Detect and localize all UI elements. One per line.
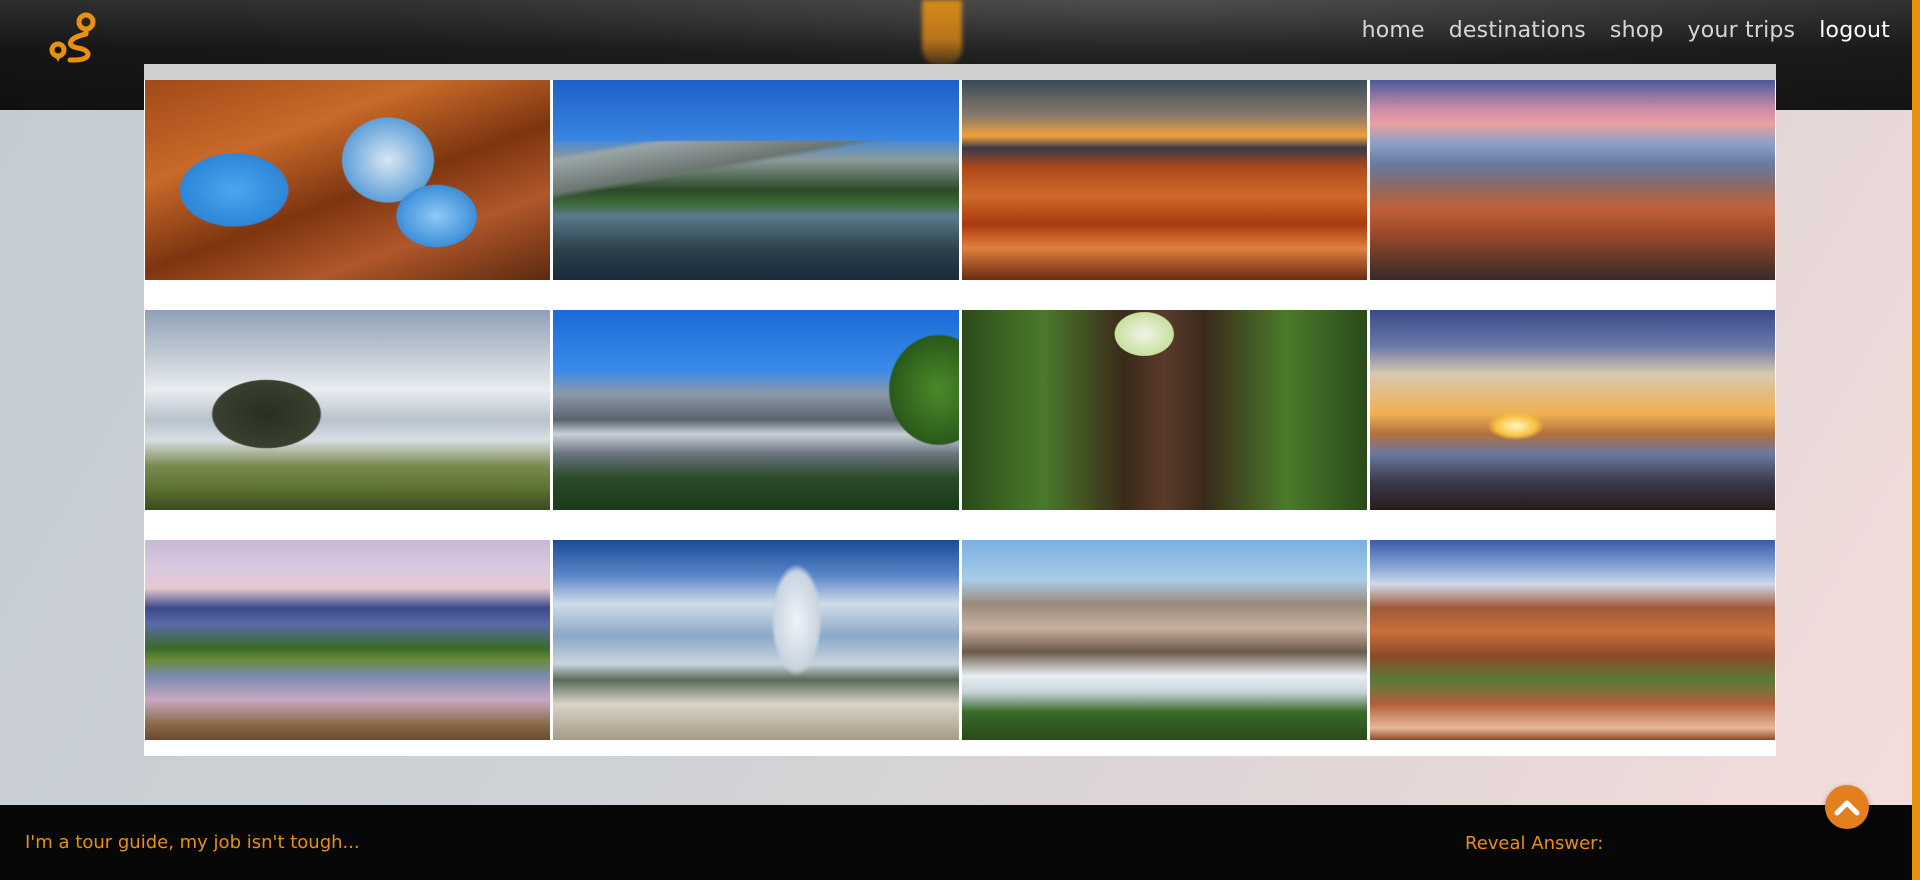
gallery-image-arch[interactable] bbox=[145, 80, 551, 280]
footer-joke: I'm a tour guide, my job isn't tough... bbox=[25, 832, 360, 853]
gallery-image-sea-stacks[interactable] bbox=[145, 310, 551, 510]
gallery-image-red-canyon[interactable] bbox=[1369, 540, 1775, 740]
gallery-image-rocky-mountains[interactable] bbox=[553, 310, 959, 510]
nav-destinations[interactable]: destinations bbox=[1437, 16, 1598, 45]
main-nav: home destinations shop your trips logout bbox=[1350, 16, 1902, 45]
nav-your-trips[interactable]: your trips bbox=[1676, 16, 1808, 45]
gallery-image-canyon-plateau[interactable] bbox=[1369, 80, 1775, 280]
gallery-image-valley-fog[interactable] bbox=[961, 540, 1367, 740]
gallery-row bbox=[145, 80, 1775, 280]
gallery-row bbox=[145, 310, 1775, 510]
scroll-to-top-button[interactable] bbox=[1825, 785, 1869, 829]
gallery-image-hoodoo-canyon[interactable] bbox=[961, 80, 1367, 280]
gallery-image-mountain-lake[interactable] bbox=[553, 80, 959, 280]
reveal-answer-label[interactable]: Reveal Answer: bbox=[1465, 833, 1603, 854]
nav-home[interactable]: home bbox=[1350, 16, 1437, 45]
gallery-image-geyser[interactable] bbox=[553, 540, 959, 740]
nav-shop[interactable]: shop bbox=[1598, 16, 1676, 45]
destination-gallery bbox=[144, 64, 1776, 756]
road-stripe-decoration bbox=[922, 0, 962, 66]
route-pin-icon[interactable] bbox=[48, 12, 104, 68]
gallery-row bbox=[145, 540, 1775, 740]
site-footer: I'm a tour guide, my job isn't tough... … bbox=[0, 805, 1912, 880]
gallery-image-teton-reflection[interactable] bbox=[145, 540, 551, 740]
chevron-up-icon bbox=[1834, 800, 1860, 816]
gallery-image-redwoods[interactable] bbox=[961, 310, 1367, 510]
accent-stripe bbox=[1912, 0, 1920, 880]
nav-logout[interactable]: logout bbox=[1807, 16, 1902, 45]
gallery-image-valley-sunset[interactable] bbox=[1369, 310, 1775, 510]
